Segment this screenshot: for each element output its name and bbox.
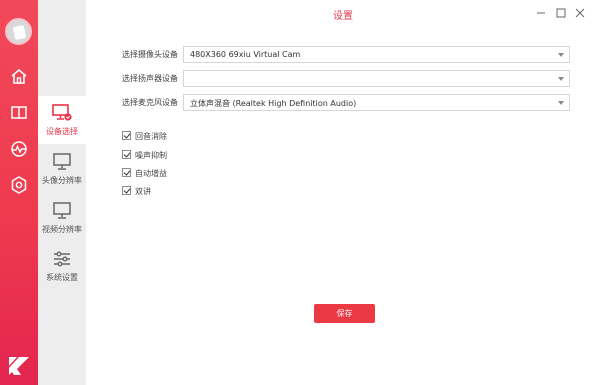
settings-icon[interactable] [9, 175, 29, 195]
noise-suppress-checkbox[interactable] [122, 150, 131, 159]
microphone-select[interactable]: 立体声混音 (Realtek High Definition Audio) [183, 94, 570, 111]
chevron-down-icon [558, 101, 564, 105]
subnav-label: 头像分辨率 [42, 176, 82, 185]
minimize-icon [537, 12, 545, 14]
chevron-down-icon [558, 77, 564, 81]
auto-gain-checkbox[interactable] [122, 168, 131, 177]
title-bar: 设置 [86, 0, 600, 26]
noise-suppress-label: 噪声抑制 [135, 151, 167, 160]
microphone-label: 选择麦克风设备 [122, 98, 178, 107]
monitor-icon [53, 202, 71, 219]
chevron-down-icon [558, 53, 564, 57]
camera-select[interactable]: 480X360 69xiu Virtual Cam [183, 46, 570, 63]
monitor-icon [53, 153, 71, 170]
maximize-icon [556, 8, 566, 18]
settings-subnav: 设备选择 头像分辨率 视频分辨率 系统设置 [38, 0, 86, 385]
maximize-button[interactable] [554, 5, 568, 19]
avatar[interactable] [5, 18, 32, 45]
subnav-item-system-settings[interactable]: 系统设置 [38, 242, 86, 290]
echo-cancel-checkbox[interactable] [122, 131, 131, 140]
monitor-check-icon [52, 104, 72, 121]
camera-value: 480X360 69xiu Virtual Cam [190, 50, 301, 59]
subnav-item-video-resolution[interactable]: 视频分辨率 [38, 194, 86, 242]
window-title: 设置 [333, 11, 353, 22]
close-button[interactable] [573, 5, 587, 19]
brand-logo-icon [8, 356, 30, 376]
microphone-value: 立体声混音 (Realtek High Definition Audio) [190, 99, 357, 108]
activity-icon[interactable] [9, 139, 29, 159]
auto-gain-label: 自动增益 [135, 169, 167, 178]
subnav-item-avatar-resolution[interactable]: 头像分辨率 [38, 145, 86, 193]
subnav-label: 系统设置 [46, 273, 78, 282]
home-icon[interactable] [9, 67, 29, 87]
subnav-label: 视频分辨率 [42, 225, 82, 234]
duplex-label: 双讲 [135, 187, 151, 196]
camera-label: 选择摄像头设备 [122, 50, 178, 59]
subnav-item-device[interactable]: 设备选择 [38, 96, 86, 144]
book-icon[interactable] [9, 103, 29, 123]
duplex-checkbox[interactable] [122, 186, 131, 195]
speaker-label: 选择扬声器设备 [122, 74, 178, 83]
minimize-button[interactable] [534, 5, 548, 19]
subnav-label: 设备选择 [46, 127, 78, 136]
sliders-icon [54, 251, 70, 267]
save-button[interactable]: 保存 [314, 304, 375, 323]
speaker-select[interactable] [183, 70, 570, 87]
echo-cancel-label: 回音消除 [135, 132, 167, 141]
close-icon [575, 8, 585, 18]
left-rail [0, 0, 38, 385]
